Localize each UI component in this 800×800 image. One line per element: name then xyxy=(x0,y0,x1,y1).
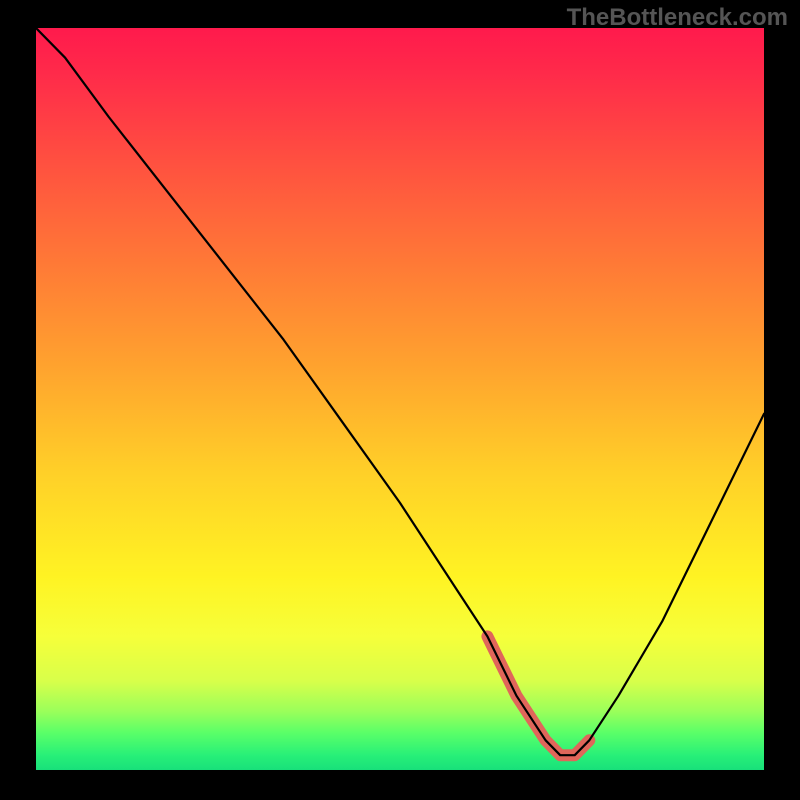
plot-area xyxy=(36,28,764,770)
bottleneck-curve xyxy=(36,28,764,755)
chart-container: TheBottleneck.com xyxy=(0,0,800,800)
watermark-text: TheBottleneck.com xyxy=(567,4,788,32)
trough-highlight xyxy=(487,636,589,755)
curve-layer xyxy=(36,28,764,770)
